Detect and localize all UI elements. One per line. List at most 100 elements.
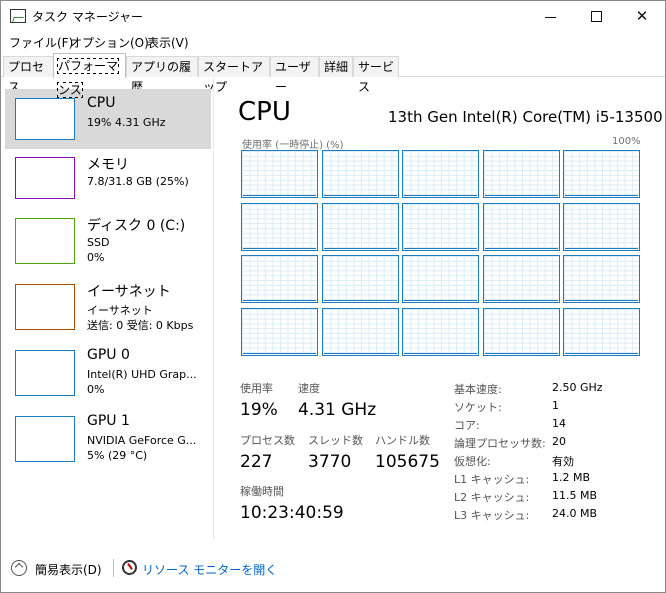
cpu-core-graph: [402, 202, 479, 251]
spec-value-logical-processors: 20: [552, 435, 566, 448]
resource-ethernet[interactable]: イーサネット イーサネット 送信: 0 受信: 0 Kbps: [5, 275, 211, 335]
cpu-core-graph: [321, 255, 399, 304]
resource-name: イーサネット: [87, 284, 171, 300]
spec-label-logical-processors: 論理プロセッサ数:: [454, 437, 546, 450]
menu-options[interactable]: オプション(O): [70, 34, 149, 51]
uptime-label: 稼働時間: [240, 485, 284, 498]
cpu-core-graph: [241, 307, 318, 356]
menu-bar: ファイル(F) オプション(O) 表示(V): [1, 32, 665, 52]
cpu-core-graph: [563, 255, 640, 304]
speed-label: 速度: [298, 382, 320, 395]
spec-label-virtualization: 仮想化:: [454, 455, 491, 468]
resource-list: CPU 19% 4.31 GHz メモリ 7.8/31.8 GB (25%) デ…: [2, 78, 214, 540]
resource-memory[interactable]: メモリ 7.8/31.8 GB (25%): [5, 148, 211, 208]
footer-bar: 簡易表示(D) リソース モニターを開く: [1, 553, 665, 583]
resource-monitor-icon: [122, 560, 137, 575]
cpu-core-graph: [241, 150, 318, 198]
cpu-core-graph: [482, 202, 560, 251]
graph-label: 使用率 (一時停止) (%): [242, 140, 344, 151]
resource-cpu[interactable]: CPU 19% 4.31 GHz: [5, 89, 211, 149]
close-button[interactable]: ✕: [619, 1, 665, 31]
footer-divider: [113, 559, 114, 577]
resource-name: CPU: [87, 95, 116, 111]
speed-value: 4.31 GHz: [298, 400, 377, 420]
spec-value-l3-cache: 24.0 MB: [552, 507, 598, 520]
resource-detail: 19% 4.31 GHz: [87, 116, 166, 129]
spec-value-l2-cache: 11.5 MB: [552, 489, 598, 502]
resource-disk[interactable]: ディスク 0 (C:) SSD 0%: [5, 209, 211, 269]
threads-label: スレッド数: [308, 434, 363, 447]
task-manager-window: タスク マネージャー ✕ ファイル(F) オプション(O) 表示(V) プロセス…: [0, 0, 666, 593]
resource-name: GPU 1: [87, 413, 130, 429]
cpu-core-graph: [563, 202, 640, 251]
maximize-icon: [590, 10, 602, 22]
tab-startup[interactable]: スタートアップ: [198, 56, 270, 94]
spec-value-base-speed: 2.50 GHz: [552, 381, 603, 394]
spec-label-l2-cache: L2 キャッシュ:: [454, 491, 530, 504]
cpu-core-graph: [563, 150, 640, 198]
cpu-core-graph: [321, 150, 399, 198]
resource-thumbnail: [15, 284, 75, 330]
task-manager-icon: [10, 9, 26, 23]
cpu-core-graph: [482, 307, 560, 356]
resource-thumbnail: [15, 416, 75, 462]
window-title: タスク マネージャー: [32, 10, 143, 24]
cpu-core-graph: [321, 202, 399, 251]
resource-thumbnail: [15, 218, 75, 264]
minimize-button[interactable]: [527, 1, 573, 31]
tab-processes[interactable]: プロセス: [3, 56, 54, 94]
resource-detail: 0%: [87, 251, 105, 264]
processes-label: プロセス数: [240, 434, 295, 447]
open-resource-monitor-link[interactable]: リソース モニターを開く: [142, 561, 277, 578]
menu-view[interactable]: 表示(V): [147, 34, 189, 51]
tab-users[interactable]: ユーザー: [270, 56, 319, 94]
resource-name: メモリ: [87, 157, 129, 173]
resource-gpu0[interactable]: GPU 0 Intel(R) UHD Grap... 0%: [5, 341, 211, 401]
cpu-graph-grid: [241, 150, 640, 356]
resource-detail: NVIDIA GeForce G...: [87, 434, 197, 447]
resource-thumbnail: [15, 157, 75, 199]
tab-strip: プロセス パフォーマンス アプリの履歴 スタートアップ ユーザー 詳細 サービス: [1, 53, 665, 98]
cpu-core-graph: [402, 255, 479, 304]
title-bar[interactable]: タスク マネージャー ✕: [1, 1, 665, 31]
spec-value-cores: 14: [552, 417, 566, 430]
tab-services[interactable]: サービス: [353, 56, 399, 94]
resource-detail: Intel(R) UHD Grap...: [87, 368, 197, 381]
spec-label-sockets: ソケット:: [454, 401, 502, 414]
tab-app-history[interactable]: アプリの履歴: [126, 56, 198, 94]
usage-label: 使用率: [240, 382, 273, 395]
tab-details[interactable]: 詳細: [319, 56, 353, 77]
spec-label-cores: コア:: [454, 419, 480, 432]
menu-file[interactable]: ファイル(F): [9, 34, 73, 51]
minimize-icon: [544, 16, 556, 18]
spec-value-l1-cache: 1.2 MB: [552, 471, 591, 484]
tab-performance[interactable]: パフォーマンス: [53, 53, 126, 98]
resource-thumbnail: [15, 350, 75, 396]
cpu-core-graph: [241, 202, 318, 251]
spec-label-l1-cache: L1 キャッシュ:: [454, 473, 530, 486]
cpu-core-graph: [241, 255, 318, 304]
spec-label-l3-cache: L3 キャッシュ:: [454, 509, 530, 522]
fewer-details-button[interactable]: 簡易表示(D): [35, 561, 102, 578]
resource-gpu1[interactable]: GPU 1 NVIDIA GeForce G... 5% (29 °C): [5, 407, 211, 467]
spec-value-virtualization: 有効: [552, 455, 574, 468]
maximize-button[interactable]: [573, 1, 619, 31]
resource-name: ディスク 0 (C:): [87, 218, 186, 234]
resource-detail: SSD: [87, 236, 110, 249]
usage-value: 19%: [240, 400, 278, 420]
handles-label: ハンドル数: [375, 434, 430, 447]
threads-value: 3770: [308, 452, 352, 472]
resource-detail: 0%: [87, 383, 105, 396]
spec-label-base-speed: 基本速度:: [454, 383, 502, 396]
cpu-core-graph: [402, 307, 479, 356]
cpu-core-graph: [402, 150, 479, 198]
chevron-up-icon[interactable]: [11, 560, 27, 576]
resource-detail: 7.8/31.8 GB (25%): [87, 175, 189, 188]
uptime-value: 10:23:40:59: [240, 503, 344, 523]
resource-name: GPU 0: [87, 347, 130, 363]
graph-max-label: 100%: [612, 136, 641, 147]
handles-value: 105675: [375, 452, 440, 472]
cpu-model: 13th Gen Intel(R) Core(TM) i5-13500: [388, 108, 663, 126]
resource-thumbnail: [15, 98, 75, 140]
resource-detail: イーサネット: [87, 304, 153, 317]
